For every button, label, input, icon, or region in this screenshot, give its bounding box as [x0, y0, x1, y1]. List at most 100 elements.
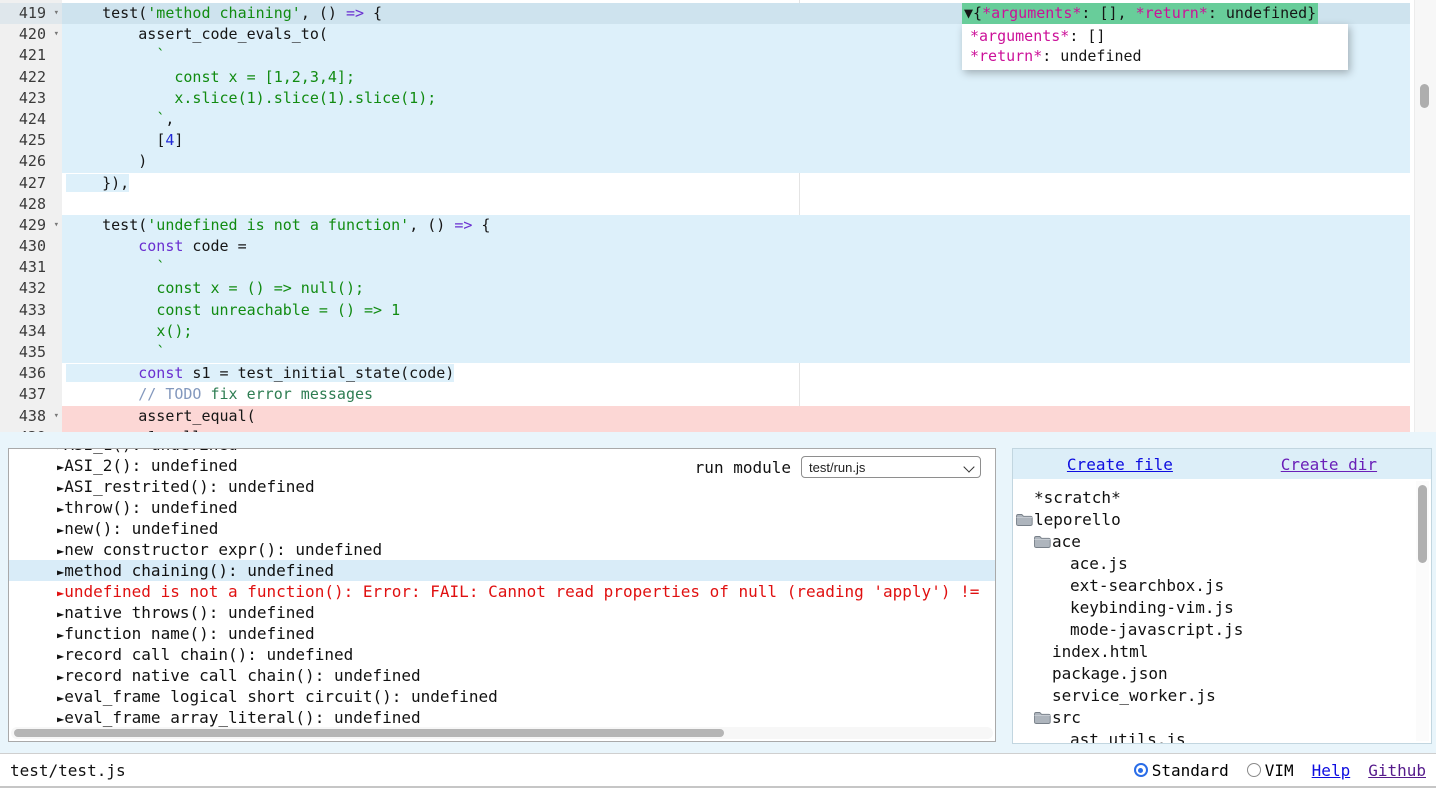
files-scrollbar-track — [1416, 481, 1429, 741]
code-text: const x = () => null(); — [66, 279, 364, 297]
code-text: ) — [66, 152, 147, 170]
status-bar: test/test.js Standard VIM Help Github — [0, 753, 1436, 788]
line-number: 424 — [19, 110, 46, 128]
test-result-item[interactable]: ►undefined is not a function(): Error: F… — [9, 581, 995, 602]
create-dir-link[interactable]: Create dir — [1281, 455, 1377, 474]
run-module-select[interactable]: test/run.js — [801, 456, 981, 478]
code-token: => — [346, 4, 364, 22]
tree-item-src[interactable]: src — [1013, 707, 1416, 729]
gutter-line-number: 434 — [0, 321, 62, 342]
code-line-439[interactable]: 439 s1.calls... — [0, 427, 1436, 432]
github-link[interactable]: Github — [1368, 761, 1426, 780]
code-token: *return* — [970, 47, 1042, 65]
code-text: assert_equal( — [66, 407, 256, 425]
test-result-label: ASI_restrited(): undefined — [64, 477, 314, 496]
tree-item-index-html[interactable]: index.html — [1013, 641, 1416, 663]
line-number: 422 — [19, 68, 46, 86]
tree-item-service-worker-js[interactable]: service_worker.js — [1013, 685, 1416, 707]
tree-item-package-json[interactable]: package.json — [1013, 663, 1416, 685]
test-result-item[interactable]: ►new(): undefined — [9, 518, 995, 539]
tree-item-label: mode-javascript.js — [1070, 619, 1243, 641]
tree-item-leporello[interactable]: leporello — [1013, 509, 1416, 531]
code-text: assert_code_evals_to( — [66, 25, 328, 43]
code-line-438[interactable]: 438▾ assert_equal( — [0, 406, 1436, 427]
value-inspector-entry[interactable]: *return*: undefined — [970, 46, 1348, 66]
fold-toggle-icon[interactable]: ▾ — [54, 215, 59, 236]
tree-item-ace-js[interactable]: ace.js — [1013, 553, 1416, 575]
line-number: 429 — [19, 216, 46, 234]
editor-scrollbar-thumb[interactable] — [1420, 84, 1429, 108]
code-token: const x = [1,2,3,4]; — [174, 68, 355, 86]
code-line-434[interactable]: 434 x(); — [0, 321, 1436, 342]
help-link[interactable]: Help — [1312, 761, 1351, 780]
test-result-item[interactable]: ►ASI_restrited(): undefined — [9, 476, 995, 497]
value-inspector-body: *arguments*: []*return*: undefined — [962, 24, 1348, 70]
create-file-link[interactable]: Create file — [1067, 455, 1173, 474]
line-number: 428 — [19, 195, 46, 213]
code-line-435[interactable]: 435 ` — [0, 342, 1436, 363]
value-inspector-header[interactable]: ▼{*arguments*: [], *return*: undefined} — [962, 3, 1318, 24]
code-token: ] — [174, 131, 183, 149]
gutter-line-number: 426 — [0, 151, 62, 172]
gutter-line-number: 424 — [0, 109, 62, 130]
code-line-436[interactable]: 436 const s1 = test_initial_state(code) — [0, 363, 1436, 384]
fold-toggle-icon[interactable]: ▾ — [54, 406, 59, 427]
tree-item-mode-javascript-js[interactable]: mode-javascript.js — [1013, 619, 1416, 641]
tree-item-ext-searchbox-js[interactable]: ext-searchbox.js — [1013, 575, 1416, 597]
code-text: ` — [66, 258, 165, 276]
test-result-item[interactable]: ►record call chain(): undefined — [9, 644, 995, 665]
code-line-429[interactable]: 429 ▾ test('undefined is not a function',… — [0, 215, 1436, 236]
test-result-item[interactable]: ►method chaining(): undefined — [9, 560, 995, 581]
test-result-label: record native call chain(): undefined — [64, 666, 420, 685]
code-line-433[interactable]: 433 const unreachable = () => 1 — [0, 300, 1436, 321]
code-line-427[interactable]: 427 }), — [0, 173, 1436, 194]
tree-item-label: package.json — [1052, 663, 1168, 685]
code-line-content: assert_equal( — [62, 406, 1410, 427]
current-file-path: test/test.js — [10, 761, 126, 780]
code-line-content: ` — [62, 257, 1410, 278]
fold-toggle-icon[interactable]: ▾ — [54, 24, 59, 45]
test-result-item[interactable]: ►record native call chain(): undefined — [9, 665, 995, 686]
value-inspector-entry[interactable]: *arguments*: [] — [970, 26, 1348, 46]
code-line-425[interactable]: 425 [4] — [0, 130, 1436, 151]
code-token: : [], — [1081, 4, 1135, 22]
code-line-423[interactable]: 423 x.slice(1).slice(1).slice(1); — [0, 88, 1436, 109]
gutter-line-number: 421 — [0, 45, 62, 66]
tree-item-ace[interactable]: ace — [1013, 531, 1416, 553]
fold-toggle-icon[interactable]: ▾ — [54, 3, 59, 24]
tree-item-label: index.html — [1052, 641, 1148, 663]
test-result-item[interactable]: ►native throws(): undefined — [9, 602, 995, 623]
tree-item--scratch-[interactable]: *scratch* — [1013, 487, 1416, 509]
gutter-line-number: 436 — [0, 363, 62, 384]
code-line-content: `, — [62, 109, 1410, 130]
code-token: x(); — [156, 322, 192, 340]
radio-standard[interactable] — [1134, 763, 1148, 777]
code-text: }), — [66, 174, 129, 192]
test-result-item[interactable]: ►eval_frame array_literal(): undefined — [9, 707, 995, 728]
code-line-424[interactable]: 424 `, — [0, 109, 1436, 130]
files-scrollbar-thumb[interactable] — [1418, 485, 1427, 563]
results-hscrollbar-thumb[interactable] — [14, 729, 724, 737]
code-token: x.slice(1).slice(1).slice(1); — [174, 89, 436, 107]
code-text: s1.calls... — [66, 428, 238, 432]
tree-item-ast-utils-js[interactable]: ast_utils.js — [1013, 729, 1416, 743]
code-editor[interactable]: 419▾ test('method chaining', () => {420▾… — [0, 0, 1436, 432]
test-result-item[interactable]: ►throw(): undefined — [9, 497, 995, 518]
test-result-item[interactable]: ►new constructor expr(): undefined — [9, 539, 995, 560]
tree-item-keybinding-vim-js[interactable]: keybinding-vim.js — [1013, 597, 1416, 619]
code-line-432[interactable]: 432 const x = () => null(); — [0, 278, 1436, 299]
code-line-content: x(); — [62, 321, 1410, 342]
code-token: test( — [102, 216, 147, 234]
test-result-item[interactable]: ►function name(): undefined — [9, 623, 995, 644]
code-line-437[interactable]: 437 // TODO fix error messages — [0, 384, 1436, 405]
code-text: test('undefined is not a function', () =… — [66, 216, 490, 234]
radio-vim[interactable] — [1247, 763, 1261, 777]
code-text: const x = [1,2,3,4]; — [66, 68, 355, 86]
code-line-426[interactable]: 426 ) — [0, 151, 1436, 172]
code-line-430[interactable]: 430 const code = — [0, 236, 1436, 257]
code-line-431[interactable]: 431 ` — [0, 257, 1436, 278]
code-line-content: ` — [62, 342, 1410, 363]
test-result-item[interactable]: ►eval_frame logical short circuit(): und… — [9, 686, 995, 707]
code-line-428[interactable]: 428 — [0, 194, 1436, 215]
line-number: 421 — [19, 46, 46, 64]
